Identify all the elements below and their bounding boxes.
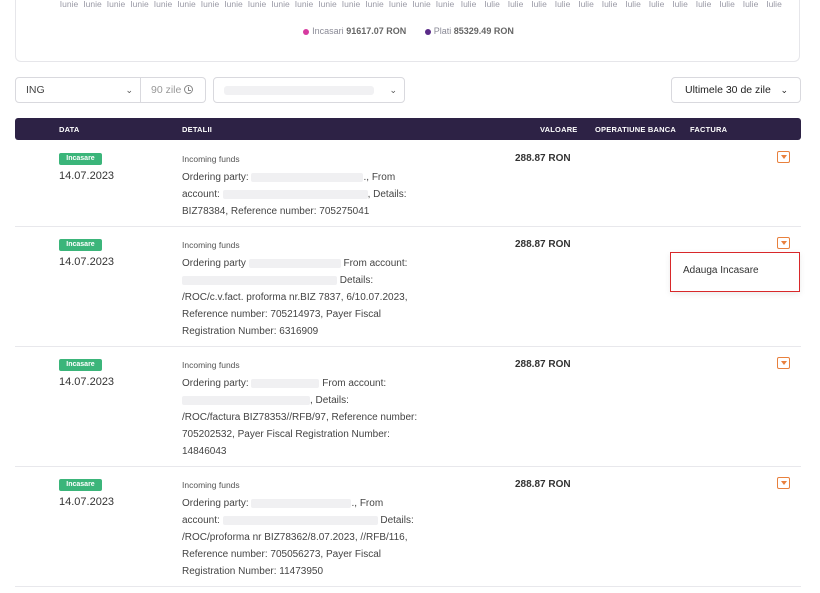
account-select[interactable]: ⌄ <box>213 77 405 103</box>
details-line: 705202532, Payer Fiscal Registration Num… <box>182 429 390 440</box>
details-line: account: , Details: <box>182 189 407 200</box>
bank-select[interactable]: ING ⌄ <box>15 77 141 103</box>
period-select-value: Ultimele 30 de zile <box>685 84 771 96</box>
row-actions-dropdown-icon[interactable] <box>777 477 790 489</box>
redacted-text <box>182 275 337 285</box>
details-line: Ordering party From account: <box>182 258 408 269</box>
legend-plati-value: 85329.49 RON <box>453 26 514 36</box>
legend-dot-incasari <box>303 28 310 35</box>
row-details: Incoming funds Ordering party: ., From a… <box>182 153 442 220</box>
x-axis-tick: 14Iulie <box>759 0 789 10</box>
row-date: 14.07.2023 <box>59 170 115 182</box>
details-line: account: Details: <box>182 515 414 526</box>
status-badge: Incasare <box>59 239 102 251</box>
details-line: Ordering party: ., From <box>182 498 384 509</box>
row-date: 14.07.2023 <box>59 496 115 508</box>
table-row: Incasare 14.07.2023 Incoming funds Order… <box>15 347 801 467</box>
details-line: Reference number: 705056273, Payer Fisca… <box>182 549 382 560</box>
row-amount: 288.87 RON <box>515 359 571 370</box>
row-amount: 288.87 RON <box>515 479 571 490</box>
status-badge: Incasare <box>59 153 102 165</box>
details-line: /ROC/proforma nr BIZ78362/8.07.2023, //R… <box>182 532 408 543</box>
chart-x-axis: 14Iunie15Iunie16Iunie17Iunie18Iunie19Iun… <box>60 0 803 16</box>
details-line: , Details: <box>182 392 442 409</box>
chevron-down-icon: ⌄ <box>389 85 397 95</box>
row-details-title: Incoming funds <box>182 240 240 250</box>
chart-card: 14Iunie15Iunie16Iunie17Iunie18Iunie19Iun… <box>15 0 800 62</box>
table-header: DATA DETALII VALOARE OPERATIUNE BANCA FA… <box>15 118 801 140</box>
redacted-text <box>248 258 341 268</box>
column-header-detalii[interactable]: DETALII <box>182 125 212 134</box>
legend-incasari-value: 91617.07 RON <box>346 26 407 36</box>
details-line: BIZ78384, Reference number: 705275041 <box>182 206 370 217</box>
redacted-text <box>251 172 364 182</box>
days-input-value: 90 zile <box>151 84 182 96</box>
redacted-text <box>222 189 368 199</box>
details-line: Registration Number: 6316909 <box>182 326 319 337</box>
column-header-operatiune-banca[interactable]: OPERATIUNE BANCA <box>595 125 676 134</box>
row-details: Incoming funds Ordering party From accou… <box>182 239 442 340</box>
row-details-title: Incoming funds <box>182 360 240 370</box>
redacted-text <box>222 515 378 525</box>
redacted-text <box>251 378 320 388</box>
row-actions-menu: Adauga Incasare <box>670 252 800 292</box>
legend-plati-label: Plati <box>433 26 452 36</box>
bank-select-value: ING <box>26 84 45 96</box>
column-header-data[interactable]: DATA <box>59 125 80 134</box>
redacted-text <box>251 498 352 508</box>
row-actions-dropdown-icon[interactable] <box>777 151 790 163</box>
row-date: 14.07.2023 <box>59 256 115 268</box>
details-line: /ROC/factura BIZ78353//RFB/97, Reference… <box>182 412 418 423</box>
table-row: Incasare 14.07.2023 Incoming funds Order… <box>15 141 801 227</box>
period-select[interactable]: Ultimele 30 de zile ⌄ <box>671 77 801 103</box>
clock-icon <box>184 85 194 94</box>
menu-item-adauga-incasare[interactable]: Adauga Incasare <box>683 265 759 276</box>
row-actions-dropdown-icon[interactable] <box>777 237 790 249</box>
details-line: Registration Number: 11473950 <box>182 566 324 577</box>
legend-dot-plati <box>424 28 431 35</box>
details-line: Reference number: 705214973, Payer Fisca… <box>182 309 382 320</box>
chevron-down-icon: ⌄ <box>125 85 133 95</box>
status-badge: Incasare <box>59 479 102 491</box>
column-header-factura[interactable]: FACTURA <box>690 125 727 134</box>
column-header-valoare[interactable]: VALOARE <box>540 125 578 134</box>
row-details-title: Incoming funds <box>182 154 240 164</box>
row-actions-dropdown-icon[interactable] <box>777 357 790 369</box>
legend-incasari[interactable]: Incasari 91617.07 RON <box>303 26 406 36</box>
row-amount: 288.87 RON <box>515 239 571 250</box>
account-select-redacted <box>224 86 374 95</box>
details-line: Ordering party: From account: <box>182 378 387 389</box>
row-details: Incoming funds Ordering party: ., From a… <box>182 479 442 580</box>
redacted-text <box>182 395 310 405</box>
details-line: Details: <box>182 272 442 289</box>
x-axis-tick-month: Iulie <box>766 0 782 9</box>
row-date: 14.07.2023 <box>59 376 115 388</box>
details-line: 14846043 <box>182 446 227 457</box>
details-line: /ROC/c.v.fact. proforma nr.BIZ 7837, 6/1… <box>182 292 408 303</box>
row-details-title: Incoming funds <box>182 480 240 490</box>
legend-plati[interactable]: Plati 85329.49 RON <box>424 26 514 36</box>
legend-incasari-label: Incasari <box>312 26 344 36</box>
row-details: Incoming funds Ordering party: From acco… <box>182 359 442 460</box>
table-row: Incasare 14.07.2023 Incoming funds Order… <box>15 467 801 587</box>
row-amount: 288.87 RON <box>515 153 571 164</box>
details-line: Ordering party: ., From <box>182 172 396 183</box>
chart-legend: Incasari 91617.07 RON Plati 85329.49 RON <box>16 26 801 36</box>
chevron-down-icon: ⌄ <box>780 85 788 95</box>
status-badge: Incasare <box>59 359 102 371</box>
days-input[interactable]: 90 zile <box>141 77 206 103</box>
